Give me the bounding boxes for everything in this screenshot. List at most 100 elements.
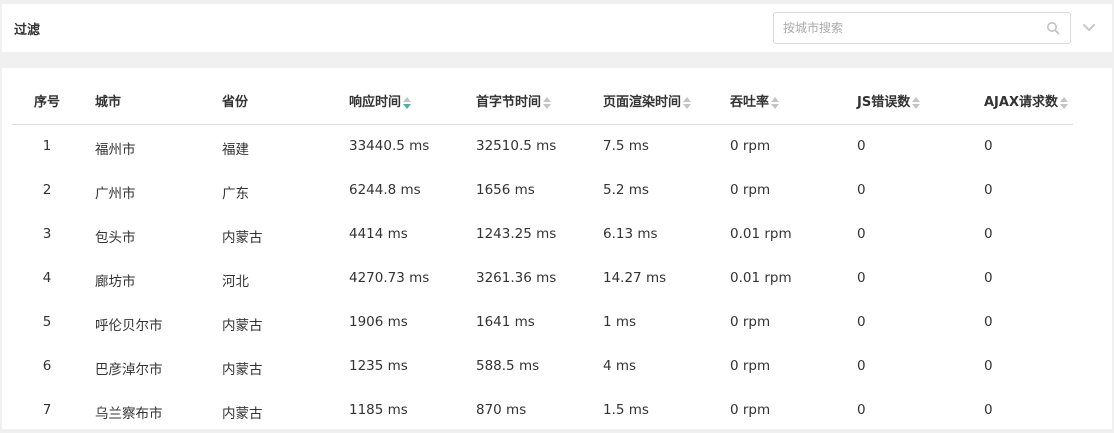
cell-first-byte-time: 1641 ms [476, 314, 535, 330]
city-search-box[interactable] [773, 12, 1071, 44]
cell-city: 包头市 [95, 230, 136, 246]
cell-js-errors: 0 [857, 358, 866, 374]
cell-response-time: 33440.5 ms [349, 138, 430, 154]
cell-province: 内蒙古 [222, 406, 263, 422]
city-performance-table: 序号 城市 省份 响应时间 首字节时间 页面渲染时间 吞吐率 JS错误数 AJAX请求数 1 福州… [2, 68, 1112, 429]
chevron-down-icon[interactable] [1081, 21, 1097, 35]
cell-render-time: 5.2 ms [603, 182, 649, 198]
cell-first-byte-time: 32510.5 ms [476, 138, 557, 154]
header-label: AJAX请求数 [984, 95, 1058, 110]
cell-throughput: 0.01 rpm [730, 226, 792, 242]
cell-index: 4 [42, 270, 52, 286]
sort-icon[interactable] [912, 97, 921, 109]
cell-response-time: 4414 ms [349, 226, 408, 242]
cell-ajax-requests: 0 [984, 270, 993, 286]
search-icon[interactable] [1046, 21, 1060, 35]
cell-throughput: 0.01 rpm [730, 270, 792, 286]
cell-index: 1 [42, 138, 52, 154]
table-header: 序号 城市 省份 响应时间 首字节时间 页面渲染时间 吞吐率 JS错误数 AJAX请求数 [12, 84, 1073, 125]
cell-index: 6 [42, 358, 52, 374]
cell-response-time: 6244.8 ms [349, 182, 421, 198]
header-label: 页面渲染时间 [603, 95, 682, 110]
cell-first-byte-time: 1656 ms [476, 182, 535, 198]
header-first-byte-time[interactable]: 首字节时间 [476, 94, 552, 112]
cell-index: 5 [42, 314, 52, 330]
sort-icon[interactable] [543, 97, 552, 109]
table-row[interactable]: 2 广州市 广东 6244.8 ms 1656 ms 5.2 ms 0 rpm 0 0 [12, 169, 1073, 213]
cell-render-time: 4 ms [603, 358, 637, 374]
table-row[interactable]: 1 福州市 福建 33440.5 ms 32510.5 ms 7.5 ms 0 rpm 0 0 [12, 125, 1073, 169]
cell-ajax-requests: 0 [984, 314, 993, 330]
cell-province: 福建 [222, 142, 249, 158]
cell-js-errors: 0 [857, 402, 866, 418]
table-row[interactable]: 3 包头市 内蒙古 4414 ms 1243.25 ms 6.13 ms 0.01 rpm 0… [12, 213, 1073, 257]
cell-ajax-requests: 0 [984, 226, 993, 242]
cell-throughput: 0 rpm [730, 138, 771, 154]
cell-js-errors: 0 [857, 182, 866, 198]
cell-province: 内蒙古 [222, 230, 263, 246]
cell-province: 内蒙古 [222, 362, 263, 378]
cell-throughput: 0 rpm [730, 358, 771, 374]
cell-response-time: 1906 ms [349, 314, 408, 330]
cell-render-time: 7.5 ms [603, 138, 649, 154]
cell-ajax-requests: 0 [984, 182, 993, 198]
cell-ajax-requests: 0 [984, 138, 993, 154]
sort-icon[interactable] [683, 97, 692, 109]
cell-js-errors: 0 [857, 226, 866, 242]
cell-first-byte-time: 870 ms [476, 402, 527, 418]
cell-province: 内蒙古 [222, 318, 263, 334]
header-label: 吞吐率 [730, 95, 770, 110]
header-label: JS错误数 [857, 95, 911, 110]
header-label: 省份 [222, 95, 249, 110]
cell-first-byte-time: 588.5 ms [476, 358, 540, 374]
cell-render-time: 6.13 ms [603, 226, 658, 242]
sort-icon[interactable] [403, 97, 412, 109]
cell-first-byte-time: 1243.25 ms [476, 226, 557, 242]
cell-index: 3 [42, 226, 52, 242]
cell-city: 乌兰察布市 [95, 406, 163, 422]
cell-index: 2 [42, 182, 52, 198]
cell-js-errors: 0 [857, 314, 866, 330]
cell-province: 河北 [222, 274, 249, 290]
header-index: 序号 [12, 94, 82, 112]
sort-icon[interactable] [1059, 97, 1068, 109]
cell-city: 巴彦淖尔市 [95, 362, 163, 378]
header-throughput[interactable]: 吞吐率 [730, 94, 780, 112]
cell-index: 7 [42, 402, 52, 418]
cell-ajax-requests: 0 [984, 402, 993, 418]
cell-throughput: 0 rpm [730, 314, 771, 330]
cell-render-time: 1.5 ms [603, 402, 649, 418]
header-label: 首字节时间 [476, 95, 542, 110]
cell-first-byte-time: 3261.36 ms [476, 270, 557, 286]
header-label: 响应时间 [349, 95, 402, 110]
header-city: 城市 [95, 94, 121, 112]
cell-render-time: 14.27 ms [603, 270, 667, 286]
header-ajax-requests[interactable]: AJAX请求数 [984, 94, 1068, 112]
filter-bar: 过滤 [2, 4, 1112, 52]
cell-throughput: 0 rpm [730, 182, 771, 198]
cell-response-time: 1235 ms [349, 358, 408, 374]
table-row[interactable]: 4 廊坊市 河北 4270.73 ms 3261.36 ms 14.27 ms 0.01 r… [12, 257, 1073, 301]
filter-title: 过滤 [14, 23, 41, 38]
cell-response-time: 4270.73 ms [349, 270, 430, 286]
header-label: 城市 [95, 95, 122, 110]
table-row[interactable]: 5 呼伦贝尔市 内蒙古 1906 ms 1641 ms 1 ms 0 rpm 0 0 [12, 301, 1073, 345]
header-js-errors[interactable]: JS错误数 [857, 94, 921, 112]
table-row[interactable]: 6 巴彦淖尔市 内蒙古 1235 ms 588.5 ms 4 ms 0 rpm 0 0 [12, 345, 1073, 389]
table-row[interactable]: 7 乌兰察布市 内蒙古 1185 ms 870 ms 1.5 ms 0 rpm 0 0 [12, 389, 1073, 433]
cell-js-errors: 0 [857, 270, 866, 286]
cell-render-time: 1 ms [603, 314, 637, 330]
cell-city: 廊坊市 [95, 274, 136, 290]
cell-response-time: 1185 ms [349, 402, 408, 418]
cell-throughput: 0 rpm [730, 402, 771, 418]
header-render-time[interactable]: 页面渲染时间 [603, 94, 692, 112]
header-response-time[interactable]: 响应时间 [349, 94, 412, 112]
cell-ajax-requests: 0 [984, 358, 993, 374]
cell-city: 呼伦贝尔市 [95, 318, 163, 334]
cell-city: 福州市 [95, 142, 136, 158]
city-search-input[interactable] [774, 13, 1043, 43]
cell-province: 广东 [222, 186, 249, 202]
header-label: 序号 [33, 95, 60, 110]
sort-icon[interactable] [771, 97, 780, 109]
cell-city: 广州市 [95, 186, 136, 202]
